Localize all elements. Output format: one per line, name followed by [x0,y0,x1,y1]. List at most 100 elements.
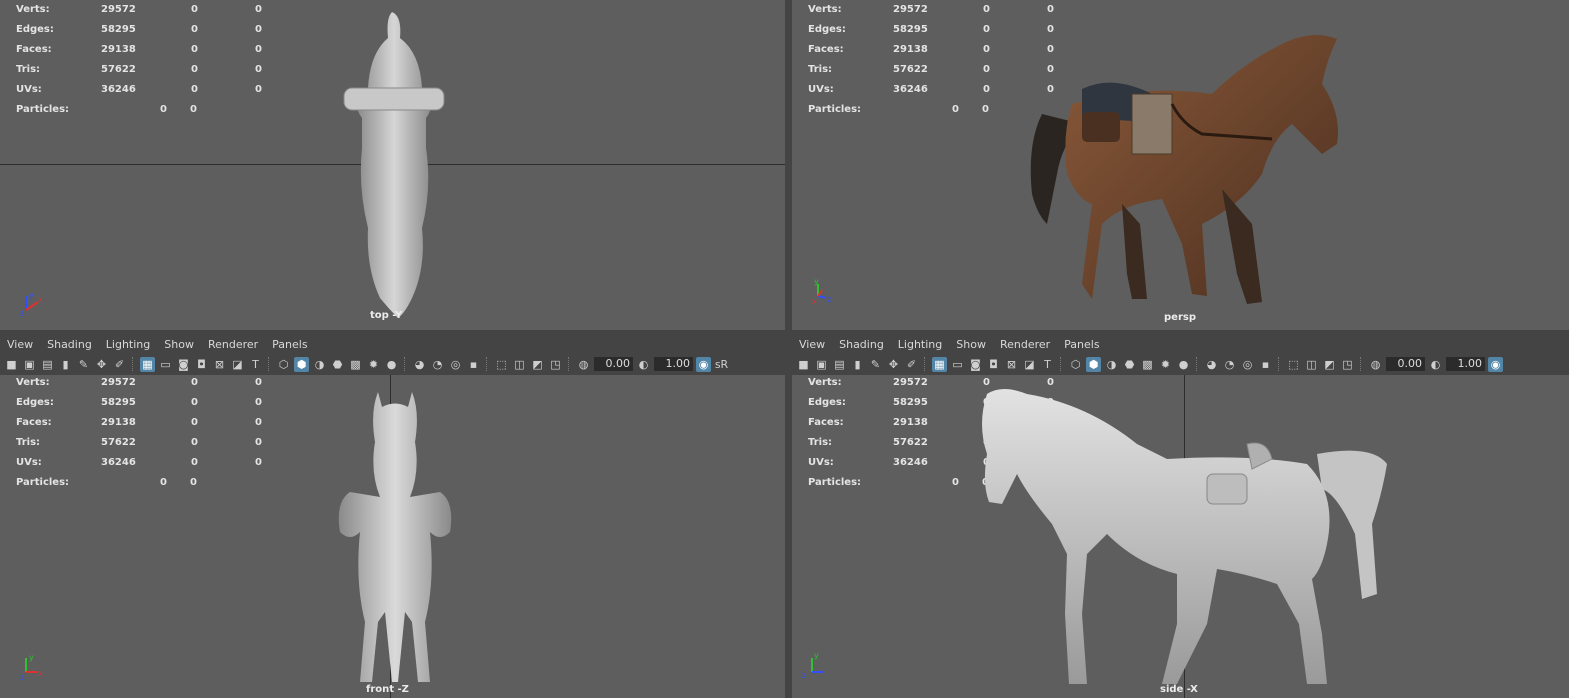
field-chart-icon[interactable]: ⊠ [1004,357,1019,372]
safe-action-icon[interactable]: ◪ [1022,357,1037,372]
safe-action-icon[interactable]: ◪ [230,357,245,372]
motion-blur-icon[interactable]: ◔ [1222,357,1237,372]
grease-icon[interactable]: ✐ [112,357,127,372]
film-gate-icon[interactable]: ▭ [950,357,965,372]
gamma-icon[interactable]: ◐ [636,357,651,372]
screen-space-ao-icon[interactable]: ◕ [412,357,427,372]
viewport-side[interactable]: View Shading Lighting Show Renderer Pane… [792,334,1569,698]
exposure-icon[interactable]: ◍ [1368,357,1383,372]
menu-panels[interactable]: Panels [265,336,314,354]
horse-model-side-view[interactable] [977,384,1397,694]
viewport-top[interactable]: Verts: 29572 0 0 Edges: 58295 0 0 Faces: 29138 0… [0,0,785,330]
smooth-shade-icon[interactable]: ⬢ [1086,356,1101,372]
menu-view[interactable]: View [0,336,40,354]
depth-of-field-icon[interactable]: ▪ [1258,357,1273,372]
color-management-icon[interactable]: ◉ [1488,356,1503,372]
menu-lighting[interactable]: Lighting [891,336,949,354]
bookmark-icon[interactable]: ▤ [832,357,847,372]
xray-active-components-icon[interactable]: ◩ [530,357,545,372]
menu-lighting[interactable]: Lighting [99,336,157,354]
gamma-icon[interactable]: ◐ [1428,357,1443,372]
camera-label-top: top -Y [370,310,403,321]
2d-pan-zoom-icon[interactable]: ✥ [886,357,901,372]
motion-blur-icon[interactable]: ◔ [430,357,445,372]
camera-select-icon[interactable]: ■ [4,357,19,372]
axis-label-y: y [814,278,819,286]
menu-renderer[interactable]: Renderer [201,336,265,354]
default-material-icon[interactable]: ◑ [1104,357,1119,372]
camera-attributes-icon[interactable]: ▣ [814,357,829,372]
xray-joints-icon[interactable]: ◳ [1340,357,1355,372]
camera-select-icon[interactable]: ■ [796,357,811,372]
viewport-splitter-vertical[interactable] [785,0,792,698]
grid-icon[interactable]: ▦ [140,356,155,372]
exposure-field[interactable]: 0.00 [1386,357,1425,371]
wireframe-on-shaded-icon[interactable]: ⬣ [330,357,345,372]
xray-icon[interactable]: ◫ [1304,357,1319,372]
menu-panels[interactable]: Panels [1057,336,1106,354]
exposure-icon[interactable]: ◍ [576,357,591,372]
shadows-icon[interactable]: ● [1176,357,1191,372]
menu-shading[interactable]: Shading [40,336,99,354]
anti-aliasing-icon[interactable]: ◎ [1240,357,1255,372]
xray-active-components-icon[interactable]: ◩ [1322,357,1337,372]
toolbar-separator [1060,357,1063,371]
resolution-gate-icon[interactable]: ◙ [176,357,191,372]
grease-pencil-icon[interactable]: ✎ [868,357,883,372]
depth-of-field-icon[interactable]: ▪ [466,357,481,372]
safe-title-icon[interactable]: T [248,357,263,372]
menu-show[interactable]: Show [949,336,993,354]
camera-label-side: side -X [1160,684,1198,695]
grease-pencil-icon[interactable]: ✎ [76,357,91,372]
horse-model-top-view[interactable] [330,8,460,324]
horse-model-front-view[interactable] [320,382,470,692]
exposure-field[interactable]: 0.00 [594,357,633,371]
viewport-front[interactable]: View Shading Lighting Show Renderer Pane… [0,334,785,698]
isolate-select-icon[interactable]: ⬚ [494,357,509,372]
image-plane-icon[interactable]: ▮ [58,357,73,372]
use-all-lights-icon[interactable]: ✹ [366,357,381,372]
use-all-lights-icon[interactable]: ✹ [1158,357,1173,372]
grid-icon[interactable]: ▦ [932,356,947,372]
safe-title-icon[interactable]: T [1040,357,1055,372]
textured-icon[interactable]: ▩ [1140,357,1155,372]
menu-renderer[interactable]: Renderer [993,336,1057,354]
axis-label-x: x [812,297,817,304]
gamma-field[interactable]: 1.00 [1446,357,1485,371]
default-material-icon[interactable]: ◑ [312,357,327,372]
screen-space-ao-icon[interactable]: ◕ [1204,357,1219,372]
gate-mask-icon[interactable]: ◘ [986,357,1001,372]
wireframe-icon[interactable]: ⬡ [276,357,291,372]
textured-icon[interactable]: ▩ [348,357,363,372]
menu-view[interactable]: View [792,336,832,354]
wireframe-on-shaded-icon[interactable]: ⬣ [1122,357,1137,372]
shadows-icon[interactable]: ● [384,357,399,372]
panel-toolbar: ■ ▣ ▤ ▮ ✎ ✥ ✐ ▦ ▭ ◙ ◘ ⊠ ◪ T ⬡ ⬢ ◑ ⬣ ▩ ✹ … [4,354,729,374]
smooth-shade-icon[interactable]: ⬢ [294,356,309,372]
xray-joints-icon[interactable]: ◳ [548,357,563,372]
axis-label-y: y [29,654,34,662]
horse-model-textured[interactable] [1022,24,1362,314]
field-chart-icon[interactable]: ⊠ [212,357,227,372]
color-management-icon[interactable]: ◉ [696,356,711,372]
image-plane-icon[interactable]: ▮ [850,357,865,372]
gamma-field[interactable]: 1.00 [654,357,693,371]
menu-show[interactable]: Show [157,336,201,354]
wireframe-icon[interactable]: ⬡ [1068,357,1083,372]
xray-icon[interactable]: ◫ [512,357,527,372]
bookmark-icon[interactable]: ▤ [40,357,55,372]
viewport-persp[interactable]: Verts: 29572 0 0 Edges: 58295 0 0 Faces: 29138 0… [792,0,1569,330]
film-gate-icon[interactable]: ▭ [158,357,173,372]
camera-label-persp: persp [1164,312,1196,323]
toolbar-separator [404,357,407,371]
menu-shading[interactable]: Shading [832,336,891,354]
grease-icon[interactable]: ✐ [904,357,919,372]
anti-aliasing-icon[interactable]: ◎ [448,357,463,372]
axis-gizmo-side: y z [802,652,824,678]
isolate-select-icon[interactable]: ⬚ [1286,357,1301,372]
2d-pan-zoom-icon[interactable]: ✥ [94,357,109,372]
gate-mask-icon[interactable]: ◘ [194,357,209,372]
resolution-gate-icon[interactable]: ◙ [968,357,983,372]
camera-attributes-icon[interactable]: ▣ [22,357,37,372]
view-transform-label[interactable]: sR [714,357,729,372]
